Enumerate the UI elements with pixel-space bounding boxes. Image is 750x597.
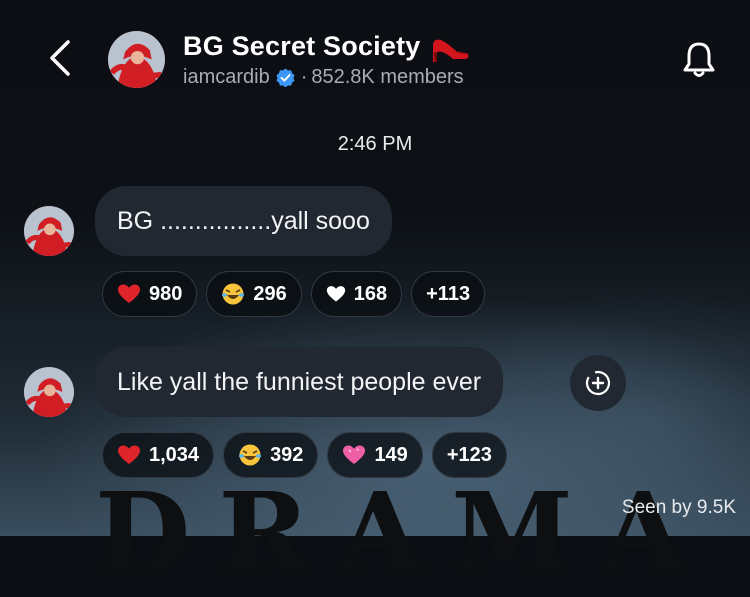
owner-name[interactable]: iamcardib — [183, 66, 270, 89]
laughing-tears-icon — [221, 282, 245, 306]
reaction-more-count: +113 — [426, 282, 471, 305]
message-text: Like yall the funniest people ever — [117, 367, 482, 396]
background-wallpaper-text: DRAMA — [95, 468, 715, 597]
reaction-more-count: +123 — [446, 443, 492, 466]
separator-dot: · — [300, 66, 308, 88]
pink-heart-icon — [342, 443, 366, 467]
reaction-laughing[interactable]: 296 — [206, 271, 302, 317]
red-heart-icon — [117, 282, 141, 306]
add-reaction-icon — [585, 370, 611, 396]
message-bubble[interactable]: BG ................yall sooo — [95, 186, 392, 256]
reaction-count: 296 — [253, 282, 287, 305]
seen-by-indicator[interactable]: Seen by 9.5K — [622, 497, 736, 519]
message-timestamp: 2:46 PM — [337, 133, 413, 155]
high-heel-icon — [432, 39, 469, 63]
reaction-bar: 980 296 168 +113 — [102, 271, 486, 317]
chevron-left-icon — [50, 40, 70, 76]
reaction-count: 168 — [353, 282, 388, 305]
channel-title: BG Secret Society — [183, 30, 421, 61]
member-count: 852.8K members — [311, 66, 464, 88]
back-button[interactable] — [42, 38, 82, 78]
channel-subtitle: iamcardib · 852.8K members — [183, 66, 464, 89]
reaction-count: 149 — [374, 443, 408, 466]
verified-badge-icon — [276, 68, 295, 87]
sender-avatar[interactable] — [24, 367, 74, 417]
message-bubble[interactable]: Like yall the funniest people ever — [95, 347, 504, 417]
notifications-button[interactable] — [680, 40, 718, 80]
reaction-count: 392 — [270, 443, 304, 466]
channel-avatar[interactable] — [108, 31, 165, 88]
sender-avatar[interactable] — [24, 206, 74, 256]
reaction-red-heart[interactable]: 980 — [102, 271, 198, 317]
reaction-count: 1,034 — [149, 443, 200, 466]
white-heart-icon — [326, 284, 346, 304]
bell-icon — [683, 42, 715, 77]
message-text: BG ................yall sooo — [117, 206, 370, 235]
reaction-count: 980 — [149, 282, 183, 305]
reaction-more[interactable]: +113 — [411, 271, 486, 317]
laughing-tears-icon — [238, 443, 262, 467]
reaction-white-heart[interactable]: 168 — [310, 271, 403, 317]
channel-title-row[interactable]: BG Secret Society — [183, 28, 471, 64]
red-heart-icon — [117, 443, 141, 467]
add-reaction-button[interactable] — [570, 355, 626, 411]
